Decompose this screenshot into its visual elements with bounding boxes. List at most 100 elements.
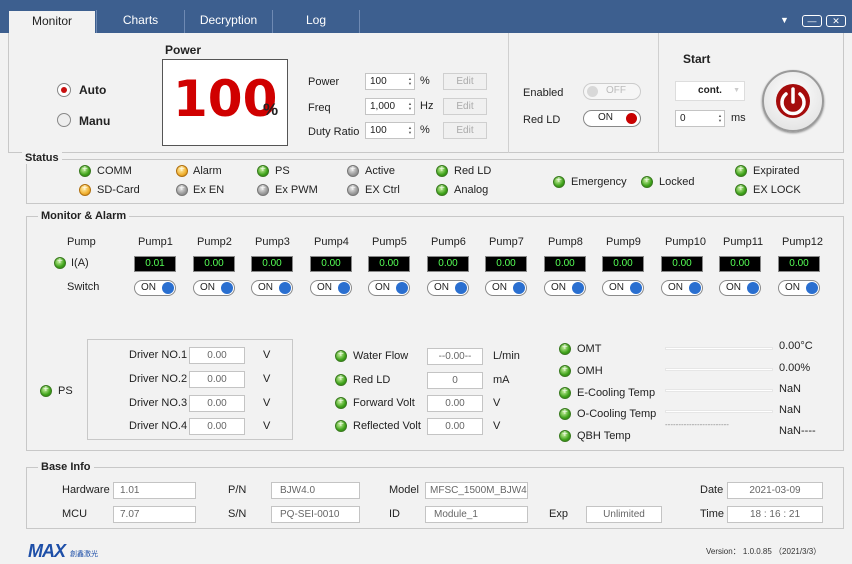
status-group (26, 159, 844, 204)
pump-name: Pump12 (782, 236, 823, 248)
driver-1-label: Driver NO.1 (129, 349, 188, 361)
tab-bar: Monitor Charts Decryption Log ▼ — ✕ (0, 0, 852, 33)
start-mode-select[interactable]: cont. ▼ (675, 81, 745, 101)
pump-switch[interactable]: ON (778, 280, 820, 296)
enabled-toggle-text: OFF (606, 85, 626, 96)
e-cooling-value: NaN (779, 383, 802, 395)
driver-1-value: 0.00 (189, 347, 245, 364)
duty-ratio-spinbox[interactable]: 100 (365, 122, 415, 139)
tab-decryption[interactable]: Decryption (184, 10, 272, 33)
pump-switch-text: ON (668, 282, 683, 293)
pump-name: Pump1 (138, 236, 173, 248)
switch-knob-icon (279, 282, 291, 294)
water-flow-label: Water Flow (353, 350, 409, 362)
pump-switch-text: ON (551, 282, 566, 293)
driver-2-unit: V (263, 373, 271, 385)
red-ld-sensor-label: Red LD (353, 374, 391, 386)
power-param-label: Power (308, 76, 340, 88)
alarm-led-icon (176, 164, 188, 177)
duty-ratio-edit-button[interactable]: Edit (443, 122, 487, 139)
pump-name: Pump4 (314, 236, 349, 248)
pump-switch-text: ON (375, 282, 390, 293)
pump-header: Pump (67, 236, 96, 248)
enabled-label: Enabled (523, 87, 564, 99)
switch-knob-icon (221, 282, 233, 294)
water-flow-unit: L/min (493, 350, 520, 362)
pump-current-readout: 0.00 (719, 256, 761, 272)
manu-radio[interactable] (57, 113, 71, 127)
minimize-icon[interactable]: — (802, 15, 822, 27)
exp-value: Unlimited (586, 506, 662, 523)
version-text: Version： 1.0.0.85 （2021/3/3） (706, 547, 822, 556)
pump-current-readout: 0.00 (778, 256, 820, 272)
start-delay-spinbox[interactable]: 0 (675, 110, 725, 127)
o-cooling-value: NaN (779, 404, 802, 416)
pn-value: BJW4.0 (271, 482, 360, 499)
status-ex-ctrl: EX Ctrl (365, 184, 400, 196)
power-value: 100 (173, 70, 278, 128)
pump-current-readout: 0.00 (544, 256, 586, 272)
pump-switch[interactable]: ON (310, 280, 352, 296)
pump-current-readout: 0.00 (193, 256, 235, 272)
red-ld-label: Red LD (523, 114, 561, 126)
pump-current-readout: 0.00 (310, 256, 352, 272)
tab-charts[interactable]: Charts (96, 10, 184, 33)
auto-label: Auto (79, 83, 107, 97)
red-ld-led-icon (436, 164, 448, 177)
status-red-ld: Red LD (454, 165, 492, 177)
current-led-icon (54, 256, 66, 269)
status-sd-card: SD-Card (97, 184, 140, 196)
pump-switch-text: ON (317, 282, 332, 293)
close-icon[interactable]: ✕ (826, 15, 846, 27)
e-cooling-label: E-Cooling Temp (577, 387, 656, 399)
pump-switch[interactable]: ON (544, 280, 586, 296)
e-cooling-led-icon (559, 386, 571, 399)
pump-current-readout: 0.00 (602, 256, 644, 272)
pump-switch[interactable]: ON (661, 280, 703, 296)
pump-switch[interactable]: ON (602, 280, 644, 296)
tab-log[interactable]: Log (272, 10, 360, 33)
driver-2-label: Driver NO.2 (129, 373, 188, 385)
pump-name: Pump10 (665, 236, 706, 248)
freq-edit-button[interactable]: Edit (443, 98, 487, 115)
pump-switch[interactable]: ON (134, 280, 176, 296)
qbh-value: NaN---- (779, 425, 816, 437)
pump-switch[interactable]: ON (251, 280, 293, 296)
sn-label: S/N (228, 508, 247, 520)
driver-2-value: 0.00 (189, 371, 245, 388)
exp-label: Exp (549, 508, 568, 520)
switch-knob-icon (455, 282, 467, 294)
switch-knob-icon (338, 282, 350, 294)
pump-switch[interactable]: ON (485, 280, 527, 296)
manu-label: Manu (79, 114, 111, 128)
pump-name: Pump6 (431, 236, 466, 248)
power-param-unit: % (420, 75, 430, 87)
ps-led-icon (257, 164, 269, 177)
power-param-spinbox[interactable]: 100 (365, 73, 415, 90)
o-cooling-label: O-Cooling Temp (577, 408, 657, 420)
pump-switch[interactable]: ON (368, 280, 410, 296)
power-display: 100 % (162, 59, 288, 146)
status-ps: PS (275, 165, 290, 177)
power-start-button[interactable] (762, 70, 824, 132)
max-logo-sub: 創鑫激光 (70, 551, 98, 558)
dropdown-arrow-icon[interactable]: ▼ (780, 15, 789, 25)
model-label: Model (389, 484, 419, 496)
pump-switch[interactable]: ON (193, 280, 235, 296)
pump-name: Pump7 (489, 236, 524, 248)
auto-radio[interactable] (57, 83, 71, 97)
freq-unit: Hz (420, 100, 434, 112)
pump-switch[interactable]: ON (719, 280, 761, 296)
pump-name: Pump3 (255, 236, 290, 248)
power-edit-button[interactable]: Edit (443, 73, 487, 90)
freq-spinbox[interactable]: 1,000 (365, 98, 415, 115)
ex-en-led-icon (176, 183, 188, 196)
start-mode-value: cont. (698, 85, 722, 96)
ex-ctrl-led-icon (347, 183, 359, 196)
tab-monitor[interactable]: Monitor (8, 10, 96, 33)
red-ld-toggle[interactable]: ON (583, 110, 641, 127)
omh-bar (665, 368, 773, 371)
pump-switch[interactable]: ON (427, 280, 469, 296)
enabled-toggle[interactable]: OFF (583, 83, 641, 100)
status-expirated: Expirated (753, 165, 800, 177)
